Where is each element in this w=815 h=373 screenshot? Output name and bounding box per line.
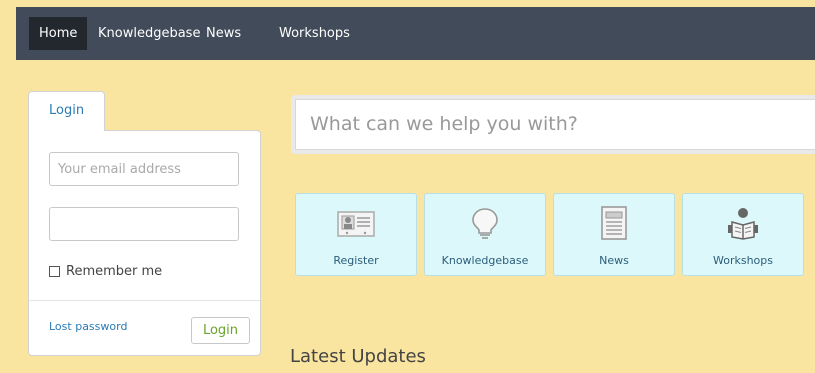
search-input[interactable]: What can we help you with?: [295, 99, 815, 150]
search-box: What can we help you with?: [291, 95, 815, 154]
latest-updates-heading: Latest Updates: [290, 346, 426, 367]
login-button[interactable]: Login: [191, 317, 250, 344]
tile-workshops[interactable]: Workshops: [682, 193, 804, 276]
lightbulb-icon: [425, 206, 545, 240]
reader-icon: [683, 206, 803, 240]
tile-news[interactable]: News: [553, 193, 675, 276]
id-card-icon: [296, 206, 416, 240]
tile-register[interactable]: Register: [295, 193, 417, 276]
panel-divider: [29, 300, 260, 301]
login-tab[interactable]: Login: [28, 91, 105, 131]
login-panel: Remember me Lost password Login: [28, 130, 261, 356]
tile-label: News: [599, 254, 629, 267]
remember-checkbox[interactable]: [49, 266, 60, 277]
nav-item-workshops[interactable]: Workshops: [269, 17, 360, 50]
tile-label: Register: [333, 254, 379, 267]
tile-knowledgebase[interactable]: Knowledgebase: [424, 193, 546, 276]
email-field[interactable]: [49, 152, 239, 186]
lost-password-link[interactable]: Lost password: [49, 320, 127, 333]
nav-item-home[interactable]: Home: [29, 17, 88, 50]
remember-label: Remember me: [66, 264, 163, 279]
top-navbar: Home Knowledgebase News Workshops: [16, 7, 815, 60]
nav-item-knowledgebase[interactable]: Knowledgebase: [88, 17, 210, 50]
tile-label: Knowledgebase: [441, 254, 529, 267]
remember-me[interactable]: Remember me: [49, 264, 162, 279]
password-field[interactable]: [49, 207, 239, 241]
newspaper-icon: [554, 206, 674, 240]
nav-item-news[interactable]: News: [196, 17, 251, 50]
tile-label: Workshops: [712, 254, 773, 267]
